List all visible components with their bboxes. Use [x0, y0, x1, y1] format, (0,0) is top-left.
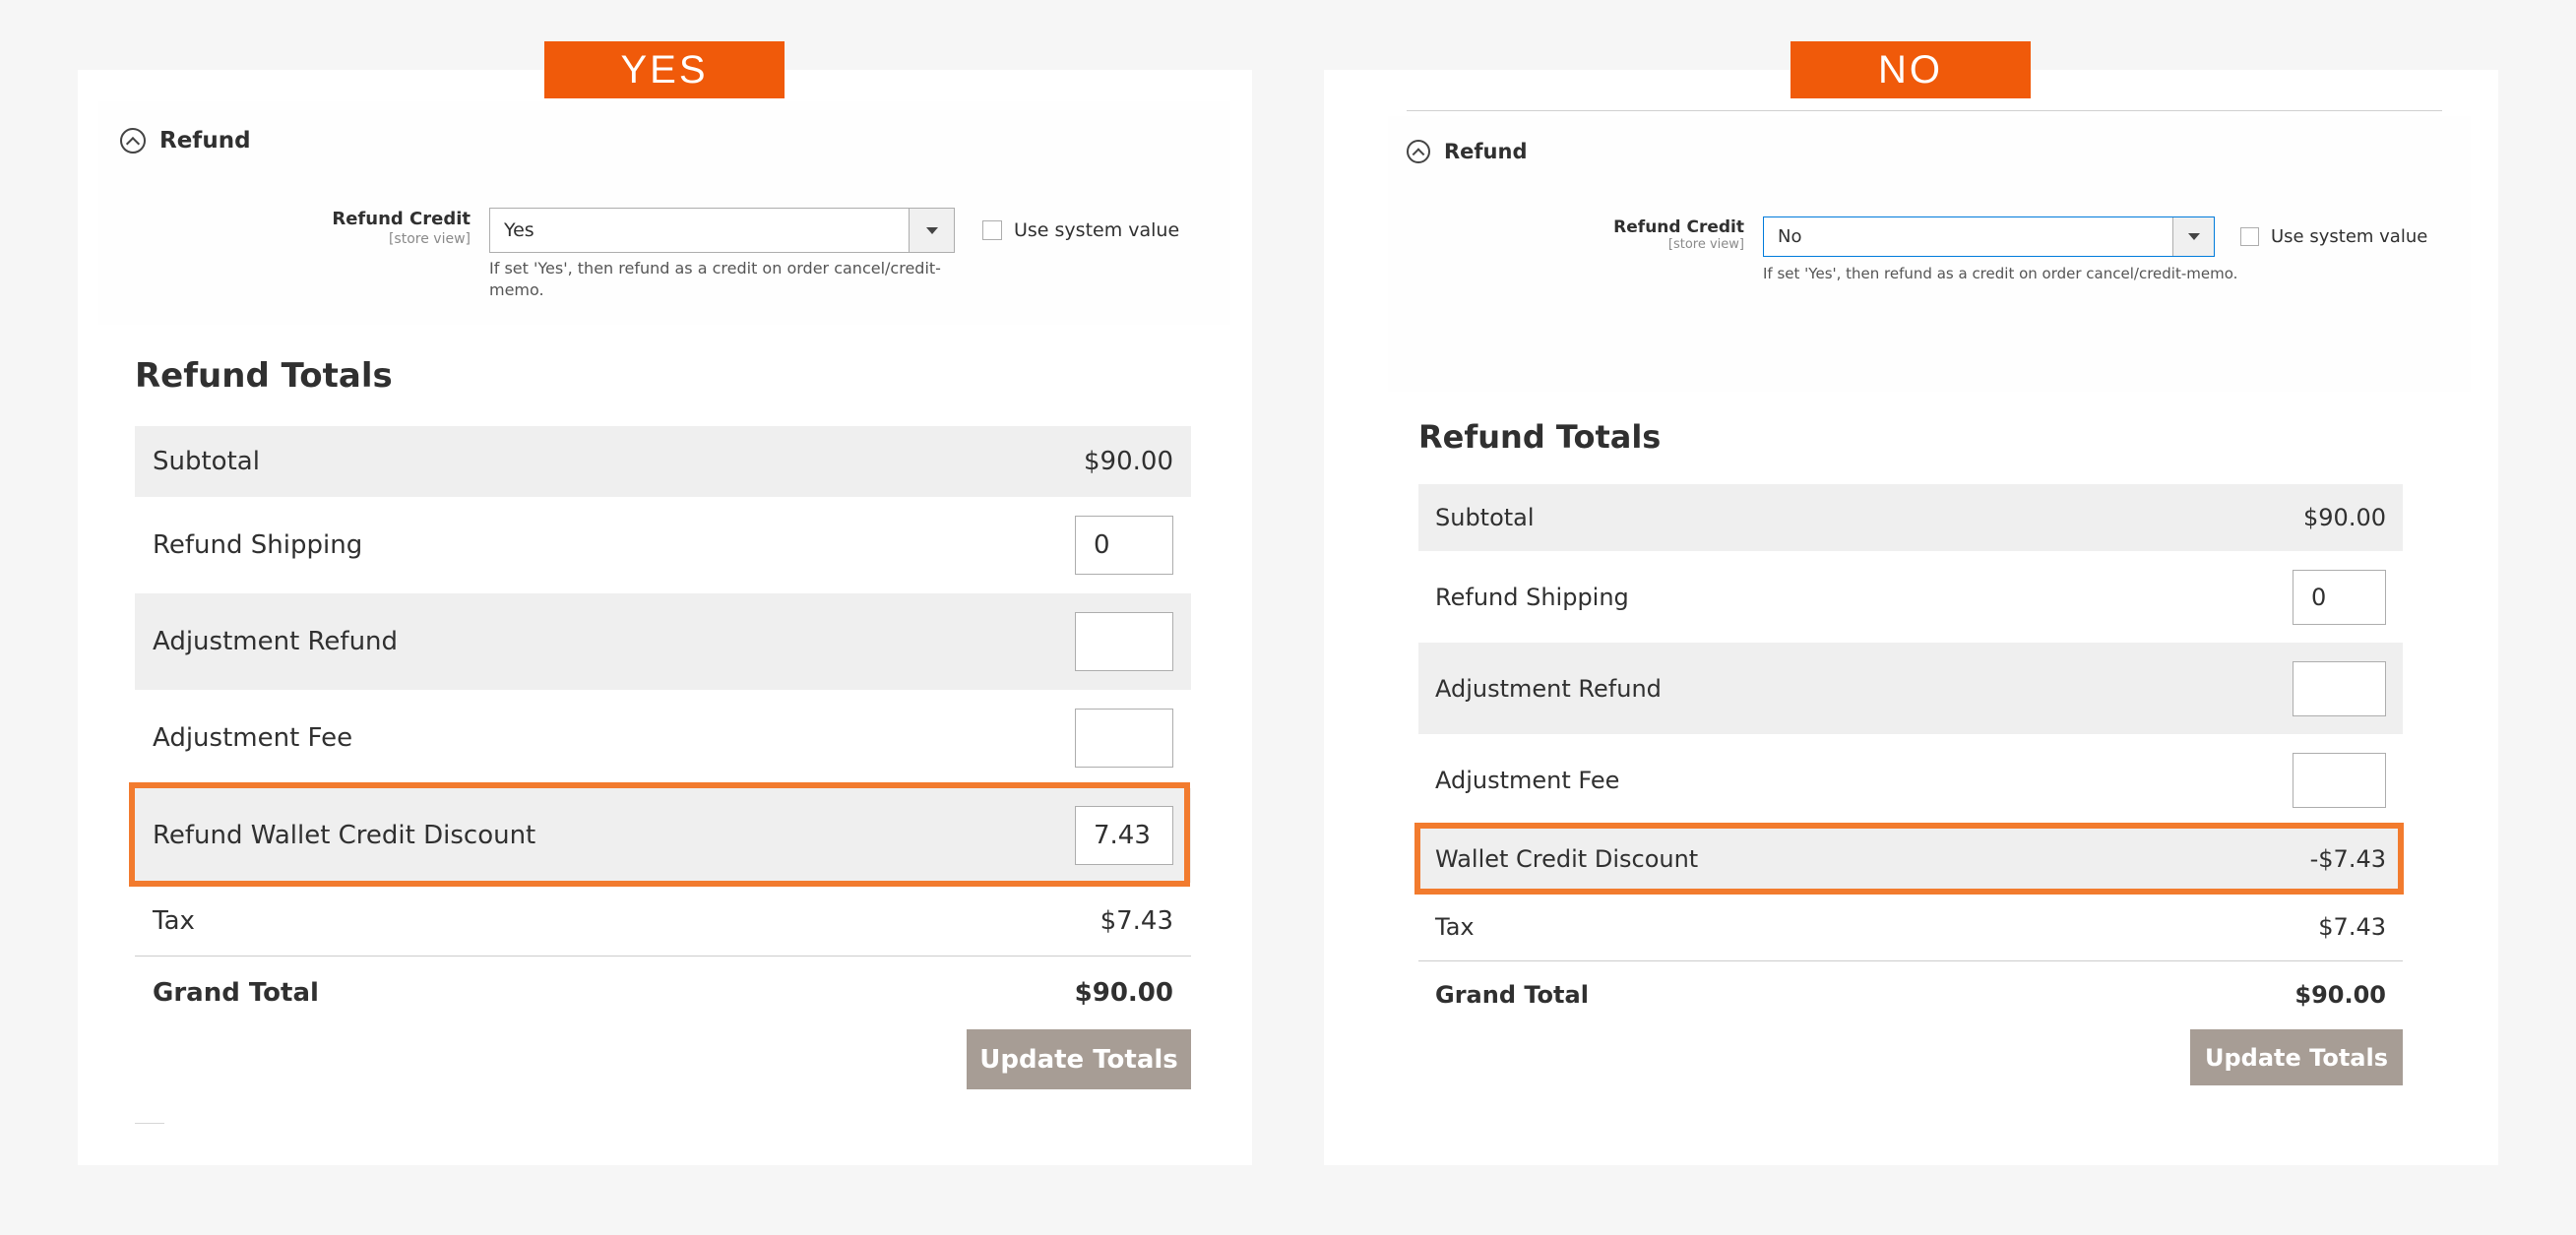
left-tax-row: Tax $7.43 — [135, 891, 1191, 952]
right-update-totals-button[interactable]: Update Totals — [2190, 1029, 2403, 1085]
adjustment-fee-input[interactable] — [2293, 752, 2386, 808]
subtotal-label: Subtotal — [1435, 504, 1535, 531]
right-tax-row: Tax $7.43 — [1418, 897, 2403, 957]
right-refund-section-title: Refund — [1444, 140, 1528, 163]
left-adjustment-fee-row: Adjustment Fee — [135, 690, 1191, 786]
left-use-system-value[interactable]: Use system value — [982, 216, 1179, 244]
adjustment-fee-input[interactable] — [1075, 709, 1173, 768]
left-shipping-row: Refund Shipping 0 — [135, 497, 1191, 593]
left-subtotal-row: Subtotal $90.00 — [135, 426, 1191, 497]
no-badge: NO — [1791, 41, 2031, 98]
adjustment-refund-label: Adjustment Refund — [1435, 674, 1662, 703]
left-adjustment-refund-row: Adjustment Refund — [135, 593, 1191, 690]
left-bottom-divider — [135, 1123, 164, 1124]
collapse-chevron-icon — [1407, 140, 1430, 163]
right-adjustment-refund-row: Adjustment Refund — [1418, 643, 2403, 734]
right-refund-section-toggle[interactable]: Refund — [1407, 138, 1527, 165]
tax-label: Tax — [153, 906, 195, 936]
dropdown-arrow-icon[interactable] — [909, 209, 954, 252]
right-totals-divider — [1418, 960, 2403, 961]
left-refund-totals-title: Refund Totals — [135, 356, 393, 396]
left-grand-total-row: Grand Total $90.00 — [135, 962, 1191, 1023]
right-top-divider — [1407, 110, 2442, 111]
right-shipping-row: Refund Shipping 0 — [1418, 551, 2403, 643]
adjustment-refund-label: Adjustment Refund — [153, 627, 399, 656]
right-wallet-highlight-frame — [1414, 823, 2404, 895]
left-select-value: Yes — [504, 219, 534, 241]
refund-shipping-label: Refund Shipping — [153, 530, 363, 560]
right-subtotal-row: Subtotal $90.00 — [1418, 484, 2403, 551]
left-field-note: If set 'Yes', then refund as a credit on… — [489, 259, 941, 299]
refund-shipping-input[interactable]: 0 — [2293, 569, 2386, 625]
left-totals-divider — [135, 956, 1191, 957]
adjustment-fee-label: Adjustment Fee — [1435, 766, 1620, 794]
yes-badge: YES — [544, 41, 785, 98]
adjustment-refund-input[interactable] — [1075, 612, 1173, 671]
left-update-totals-button[interactable]: Update Totals — [967, 1029, 1191, 1089]
right-field-note: If set 'Yes', then refund as a credit on… — [1763, 265, 2238, 282]
right-use-system-value[interactable]: Use system value — [2240, 223, 2427, 249]
right-select-value: No — [1778, 226, 1802, 247]
grand-total-value: $90.00 — [1074, 978, 1173, 1008]
left-refund-credit-select[interactable]: Yes — [489, 208, 955, 253]
right-adjustment-fee-row: Adjustment Fee — [1418, 734, 2403, 826]
subtotal-label: Subtotal — [153, 447, 260, 476]
right-refund-credit-select[interactable]: No — [1763, 216, 2215, 257]
left-wallet-highlight-frame — [129, 782, 1190, 887]
adjustment-fee-label: Adjustment Fee — [153, 723, 353, 753]
left-use-system-value-label: Use system value — [1014, 219, 1180, 241]
checkbox-icon[interactable] — [2240, 226, 2259, 246]
left-refund-section-title: Refund — [159, 128, 251, 154]
grand-total-value: $90.00 — [2294, 981, 2386, 1009]
checkbox-icon[interactable] — [982, 220, 1002, 240]
tax-label: Tax — [1435, 913, 1475, 941]
right-refund-credit-label: Refund Credit [store view] — [1613, 217, 1744, 252]
refund-shipping-label: Refund Shipping — [1435, 583, 1629, 611]
left-refund-section-toggle[interactable]: Refund — [120, 126, 251, 155]
right-grand-total-row: Grand Total $90.00 — [1418, 965, 2403, 1024]
refund-shipping-input[interactable]: 0 — [1075, 516, 1173, 575]
adjustment-refund-input[interactable] — [2293, 660, 2386, 716]
grand-total-label: Grand Total — [1435, 981, 1589, 1009]
collapse-chevron-icon — [120, 128, 146, 154]
right-use-system-value-label: Use system value — [2271, 225, 2428, 247]
subtotal-value: $90.00 — [1084, 447, 1173, 476]
grand-total-label: Grand Total — [153, 978, 319, 1008]
tax-value: $7.43 — [1100, 906, 1173, 936]
right-refund-totals-title: Refund Totals — [1418, 418, 1662, 456]
left-refund-credit-label: Refund Credit [store view] — [332, 209, 471, 247]
dropdown-arrow-icon[interactable] — [2172, 217, 2214, 256]
tax-value: $7.43 — [2318, 913, 2386, 941]
subtotal-value: $90.00 — [2303, 504, 2386, 531]
